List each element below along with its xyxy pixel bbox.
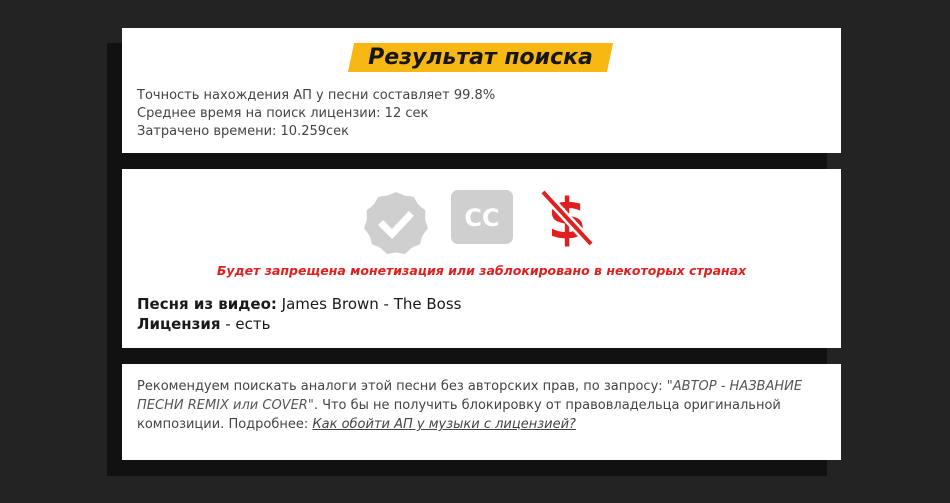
search-stats: Точность нахождения АП у песни составляе… xyxy=(137,87,495,141)
license-label: Лицензия xyxy=(137,315,221,333)
stat-accuracy: Точность нахождения АП у песни составляе… xyxy=(137,88,496,103)
search-result-card: Результат поиска Точность нахождения АП … xyxy=(122,28,841,153)
license-help-link[interactable]: Как обойти АП у музыки с лицензией? xyxy=(312,417,576,432)
closed-captions-icon: CC xyxy=(451,190,513,244)
verified-badge-icon xyxy=(364,192,428,254)
license-value: - есть xyxy=(220,315,271,333)
monetization-warning: Будет запрещена монетизация или заблокир… xyxy=(216,263,747,278)
status-icons: CC $ xyxy=(122,182,841,254)
page-title: Результат поиска xyxy=(368,45,593,70)
stat-elapsed-time: Затрачено времени: 10.259сек xyxy=(137,124,350,139)
title-banner: Результат поиска xyxy=(347,43,614,72)
cc-label: CC xyxy=(464,204,499,232)
stat-average-time: Среднее время на поиск лицензии: 12 сек xyxy=(137,106,429,121)
song-info: Песня из видео: James Brown - The Boss Л… xyxy=(137,294,462,334)
recommendation-text: Рекомендуем поискать аналоги этой песни … xyxy=(137,377,827,434)
reco-text-before: Рекомендуем поискать аналоги этой песни … xyxy=(137,379,667,394)
license-status-card: CC $ Будет запрещена монетизация или заб… xyxy=(122,169,841,348)
license-line: Лицензия - есть xyxy=(137,314,462,334)
no-monetization-icon: $ xyxy=(539,187,595,248)
song-value: James Brown - The Boss xyxy=(276,295,462,313)
song-line: Песня из видео: James Brown - The Boss xyxy=(137,294,462,314)
recommendation-card: Рекомендуем поискать аналоги этой песни … xyxy=(122,364,841,460)
song-label: Песня из видео: xyxy=(137,295,277,313)
